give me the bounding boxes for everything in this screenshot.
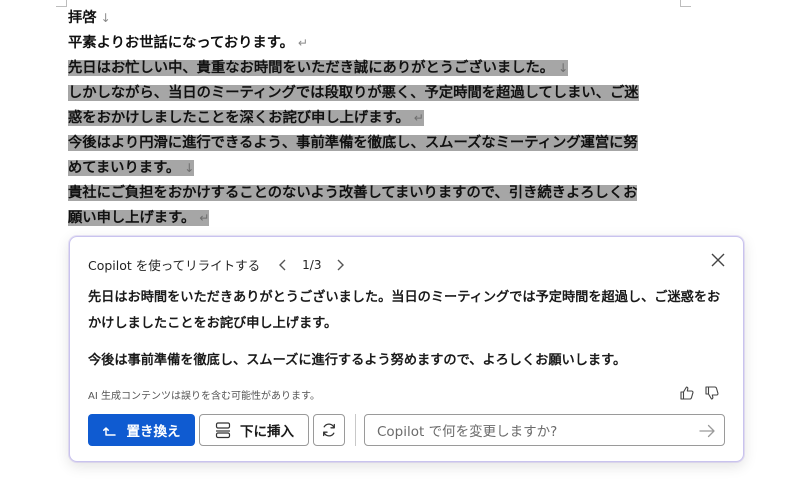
thumbs-down-icon[interactable] <box>704 385 720 401</box>
thumbs-up-icon[interactable] <box>679 385 695 401</box>
copilot-rewrite-panel: Copilot を使ってリライトする 1/3 先日はお時間をいただきありがとうご… <box>69 236 744 462</box>
rewrite-paragraph-2: 今後は事前準備を徹底し、スムーズに進行するよう努めますので、よろしくお願いします… <box>88 353 627 368</box>
doc-line-text: 先日はお忙しい中、貴重なお時間をいただき誠にありがとうございました。 <box>68 60 555 76</box>
insert-below-icon <box>215 422 231 439</box>
doc-line[interactable]: 平素よりお世話になっております。 ↵ <box>68 31 639 56</box>
doc-line-text: 平素よりお世話になっております。 <box>68 35 294 51</box>
margin-corner-left <box>56 0 67 7</box>
regenerate-button[interactable] <box>313 414 345 446</box>
document-body[interactable]: 拝啓 ↓ 平素よりお世話になっております。 ↵ 先日はお忙しい中、貴重なお時間をいた… <box>68 6 639 231</box>
doc-line-text: 拝啓 <box>68 10 97 26</box>
panel-title: Copilot を使ってリライトする <box>88 258 261 273</box>
doc-line-text: 惑をおかけしましたことを深くお詫び申し上げます。 <box>68 110 410 126</box>
doc-line-selected[interactable]: めてまいります。 ↓ <box>68 156 639 181</box>
margin-corner-right <box>680 0 691 7</box>
doc-line-text: 願い申し上げます。 <box>68 210 196 226</box>
doc-line-selected[interactable]: 先日はお忙しい中、貴重なお時間をいただき誠にありがとうございました。 ↓ <box>68 56 639 81</box>
line-break-mark: ↓ <box>184 161 195 175</box>
line-break-mark: ↓ <box>100 11 111 25</box>
doc-line-text: しかしながら、当日のミーティングでは段取りが悪く、予定時間を超過してしまい、ご迷 <box>68 85 639 101</box>
replace-button[interactable]: 置き換え <box>88 414 195 446</box>
chevron-left-icon[interactable] <box>274 256 292 274</box>
chevron-right-icon[interactable] <box>331 256 349 274</box>
doc-line-text: 今後はより円滑に進行できるよう、事前準備を徹底し、スムーズなミーティング運営に努 <box>68 135 638 151</box>
line-break-mark: ↓ <box>558 61 569 75</box>
suggestion-counter: 1/3 <box>302 257 322 272</box>
doc-line-selected[interactable]: しかしながら、当日のミーティングでは段取りが悪く、予定時間を超過してしまい、ご迷 <box>68 81 639 106</box>
doc-line-selected[interactable]: 貴社にご負担をおかけすることのないよう改善してまいりますので、引き続きよろしくお <box>68 181 639 206</box>
paragraph-mark: ↵ <box>413 111 424 125</box>
doc-line[interactable]: 拝啓 ↓ <box>68 6 639 31</box>
insert-below-label: 下に挿入 <box>240 424 294 440</box>
send-arrow-icon[interactable] <box>698 422 716 440</box>
doc-line-text: めてまいります。 <box>68 160 181 176</box>
doc-line-text: 貴社にご負担をおかけすることのないよう改善してまいりますので、引き続きよろしくお <box>68 185 638 201</box>
replace-arrow-icon <box>102 427 116 436</box>
paragraph-mark: ↵ <box>297 36 308 50</box>
paragraph-mark: ↵ <box>199 211 210 225</box>
ai-disclaimer: AI 生成コンテンツは誤りを含む可能性があります。 <box>88 391 320 402</box>
doc-line-selected[interactable]: 願い申し上げます。 ↵ <box>68 206 639 231</box>
prompt-placeholder: Copilot で何を変更しますか? <box>377 424 558 440</box>
close-icon[interactable] <box>707 249 729 271</box>
regenerate-icon <box>323 423 335 437</box>
replace-label: 置き換え <box>126 424 181 440</box>
copilot-prompt-input[interactable]: Copilot で何を変更しますか? <box>364 414 725 446</box>
doc-line-selected[interactable]: 今後はより円滑に進行できるよう、事前準備を徹底し、スムーズなミーティング運営に努 <box>68 131 639 156</box>
insert-below-button[interactable]: 下に挿入 <box>199 414 309 446</box>
panel-header: Copilot を使ってリライトする 1/3 <box>88 255 349 274</box>
doc-line-selected[interactable]: 惑をおかけしましたことを深くお詫び申し上げます。 ↵ <box>68 106 639 131</box>
rewrite-paragraph-1: 先日はお時間をいただきありがとうございました。当日のミーティングでは予定時間を超… <box>88 290 721 331</box>
toolbar-divider <box>355 414 356 446</box>
